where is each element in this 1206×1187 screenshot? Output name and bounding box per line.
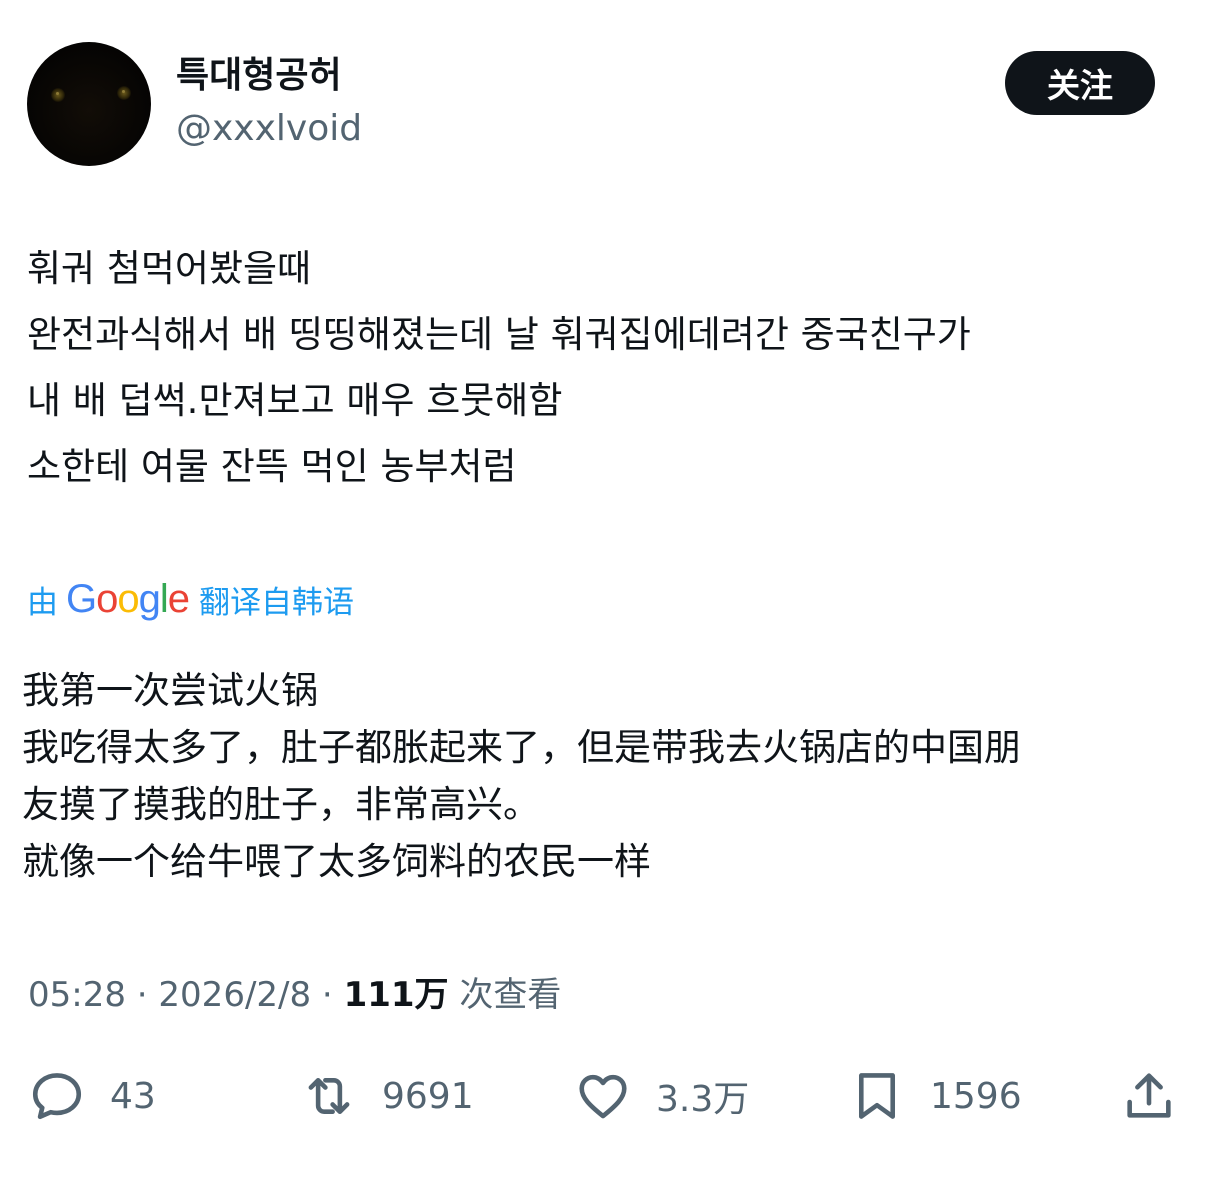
- share-button[interactable]: [1120, 1060, 1178, 1132]
- google-logo: Google: [66, 575, 190, 623]
- avatar-eye-left: [51, 88, 65, 102]
- google-logo-letter: l: [159, 577, 169, 621]
- translated-line: 友摸了摸我的肚子，非常高兴。: [22, 783, 540, 826]
- author-name[interactable]: 특대형공허: [176, 54, 342, 98]
- avatar[interactable]: [27, 42, 151, 166]
- reply-icon: [32, 1073, 82, 1120]
- google-logo-letter: o: [117, 577, 139, 621]
- tweet-date[interactable]: 2026/2/8: [158, 975, 311, 1015]
- tweet-line: 완전과식해서 배 띵띵해졌는데 날 훠궈집에데려간 중국친구가: [27, 313, 971, 356]
- views-label: 次查看: [448, 975, 562, 1015]
- meta-separator: ·: [125, 975, 159, 1015]
- bookmark-count: 1596: [930, 1075, 1022, 1117]
- views-count[interactable]: 111万: [344, 975, 449, 1015]
- tweet-line: 훠궈 첨먹어봤을때: [27, 247, 312, 290]
- share-icon: [1127, 1073, 1171, 1118]
- reply-button[interactable]: 43: [28, 1060, 156, 1132]
- retweet-icon: [308, 1077, 350, 1115]
- reply-count: 43: [110, 1075, 156, 1117]
- action-bar: 43 9691 3.3万 1596: [0, 1060, 1206, 1132]
- translated-line: 我吃得太多了，肚子都胀起来了，但是带我去火锅店的中国朋: [22, 726, 1021, 769]
- translated-text: 我第一次尝试火锅 我吃得太多了，肚子都胀起来了，但是带我去火锅店的中国朋 友摸了…: [22, 662, 1182, 890]
- follow-button[interactable]: 关注: [1005, 51, 1155, 115]
- avatar-eye-right: [117, 86, 131, 100]
- bookmark-button[interactable]: 1596: [848, 1060, 1022, 1132]
- translation-attribution[interactable]: 由 Google 翻译自韩语: [27, 575, 354, 623]
- tweet-text: 훠궈 첨먹어봤을때 완전과식해서 배 띵띵해졌는데 날 훠궈집에데려간 중국친구…: [27, 236, 1177, 500]
- avatar-glint-left: [56, 92, 59, 95]
- tweet-line: 소한테 여물 잔뜩 먹인 농부처럼: [27, 445, 517, 488]
- translated-from-label: 翻译自韩语: [199, 584, 355, 621]
- retweet-count: 9691: [382, 1075, 474, 1117]
- tweet-meta: 05:28 · 2026/2/8 · 111万 次查看: [28, 972, 561, 1018]
- heart-icon: [579, 1074, 627, 1119]
- google-logo-letter: g: [138, 577, 161, 621]
- tweet-line: 내 배 덥썩.만져보고 매우 흐뭇해함: [27, 379, 563, 422]
- bookmark-icon: [858, 1073, 896, 1119]
- google-logo-letter: e: [167, 577, 190, 621]
- author-handle[interactable]: @xxxlvoid: [176, 107, 362, 151]
- translated-by-label: 由: [27, 584, 58, 621]
- google-logo-letter: o: [96, 577, 118, 621]
- translated-line: 就像一个给牛喂了太多饲料的农民一样: [22, 840, 651, 883]
- tweet-time[interactable]: 05:28: [28, 975, 126, 1015]
- avatar-glint-right: [122, 90, 125, 93]
- retweet-button[interactable]: 9691: [300, 1060, 474, 1132]
- translated-line: 我第一次尝试火锅: [22, 669, 318, 712]
- like-count: 3.3万: [656, 1079, 750, 1120]
- meta-separator: ·: [311, 975, 344, 1015]
- like-button[interactable]: 3.3万: [574, 1060, 749, 1132]
- google-logo-letter: G: [66, 577, 97, 621]
